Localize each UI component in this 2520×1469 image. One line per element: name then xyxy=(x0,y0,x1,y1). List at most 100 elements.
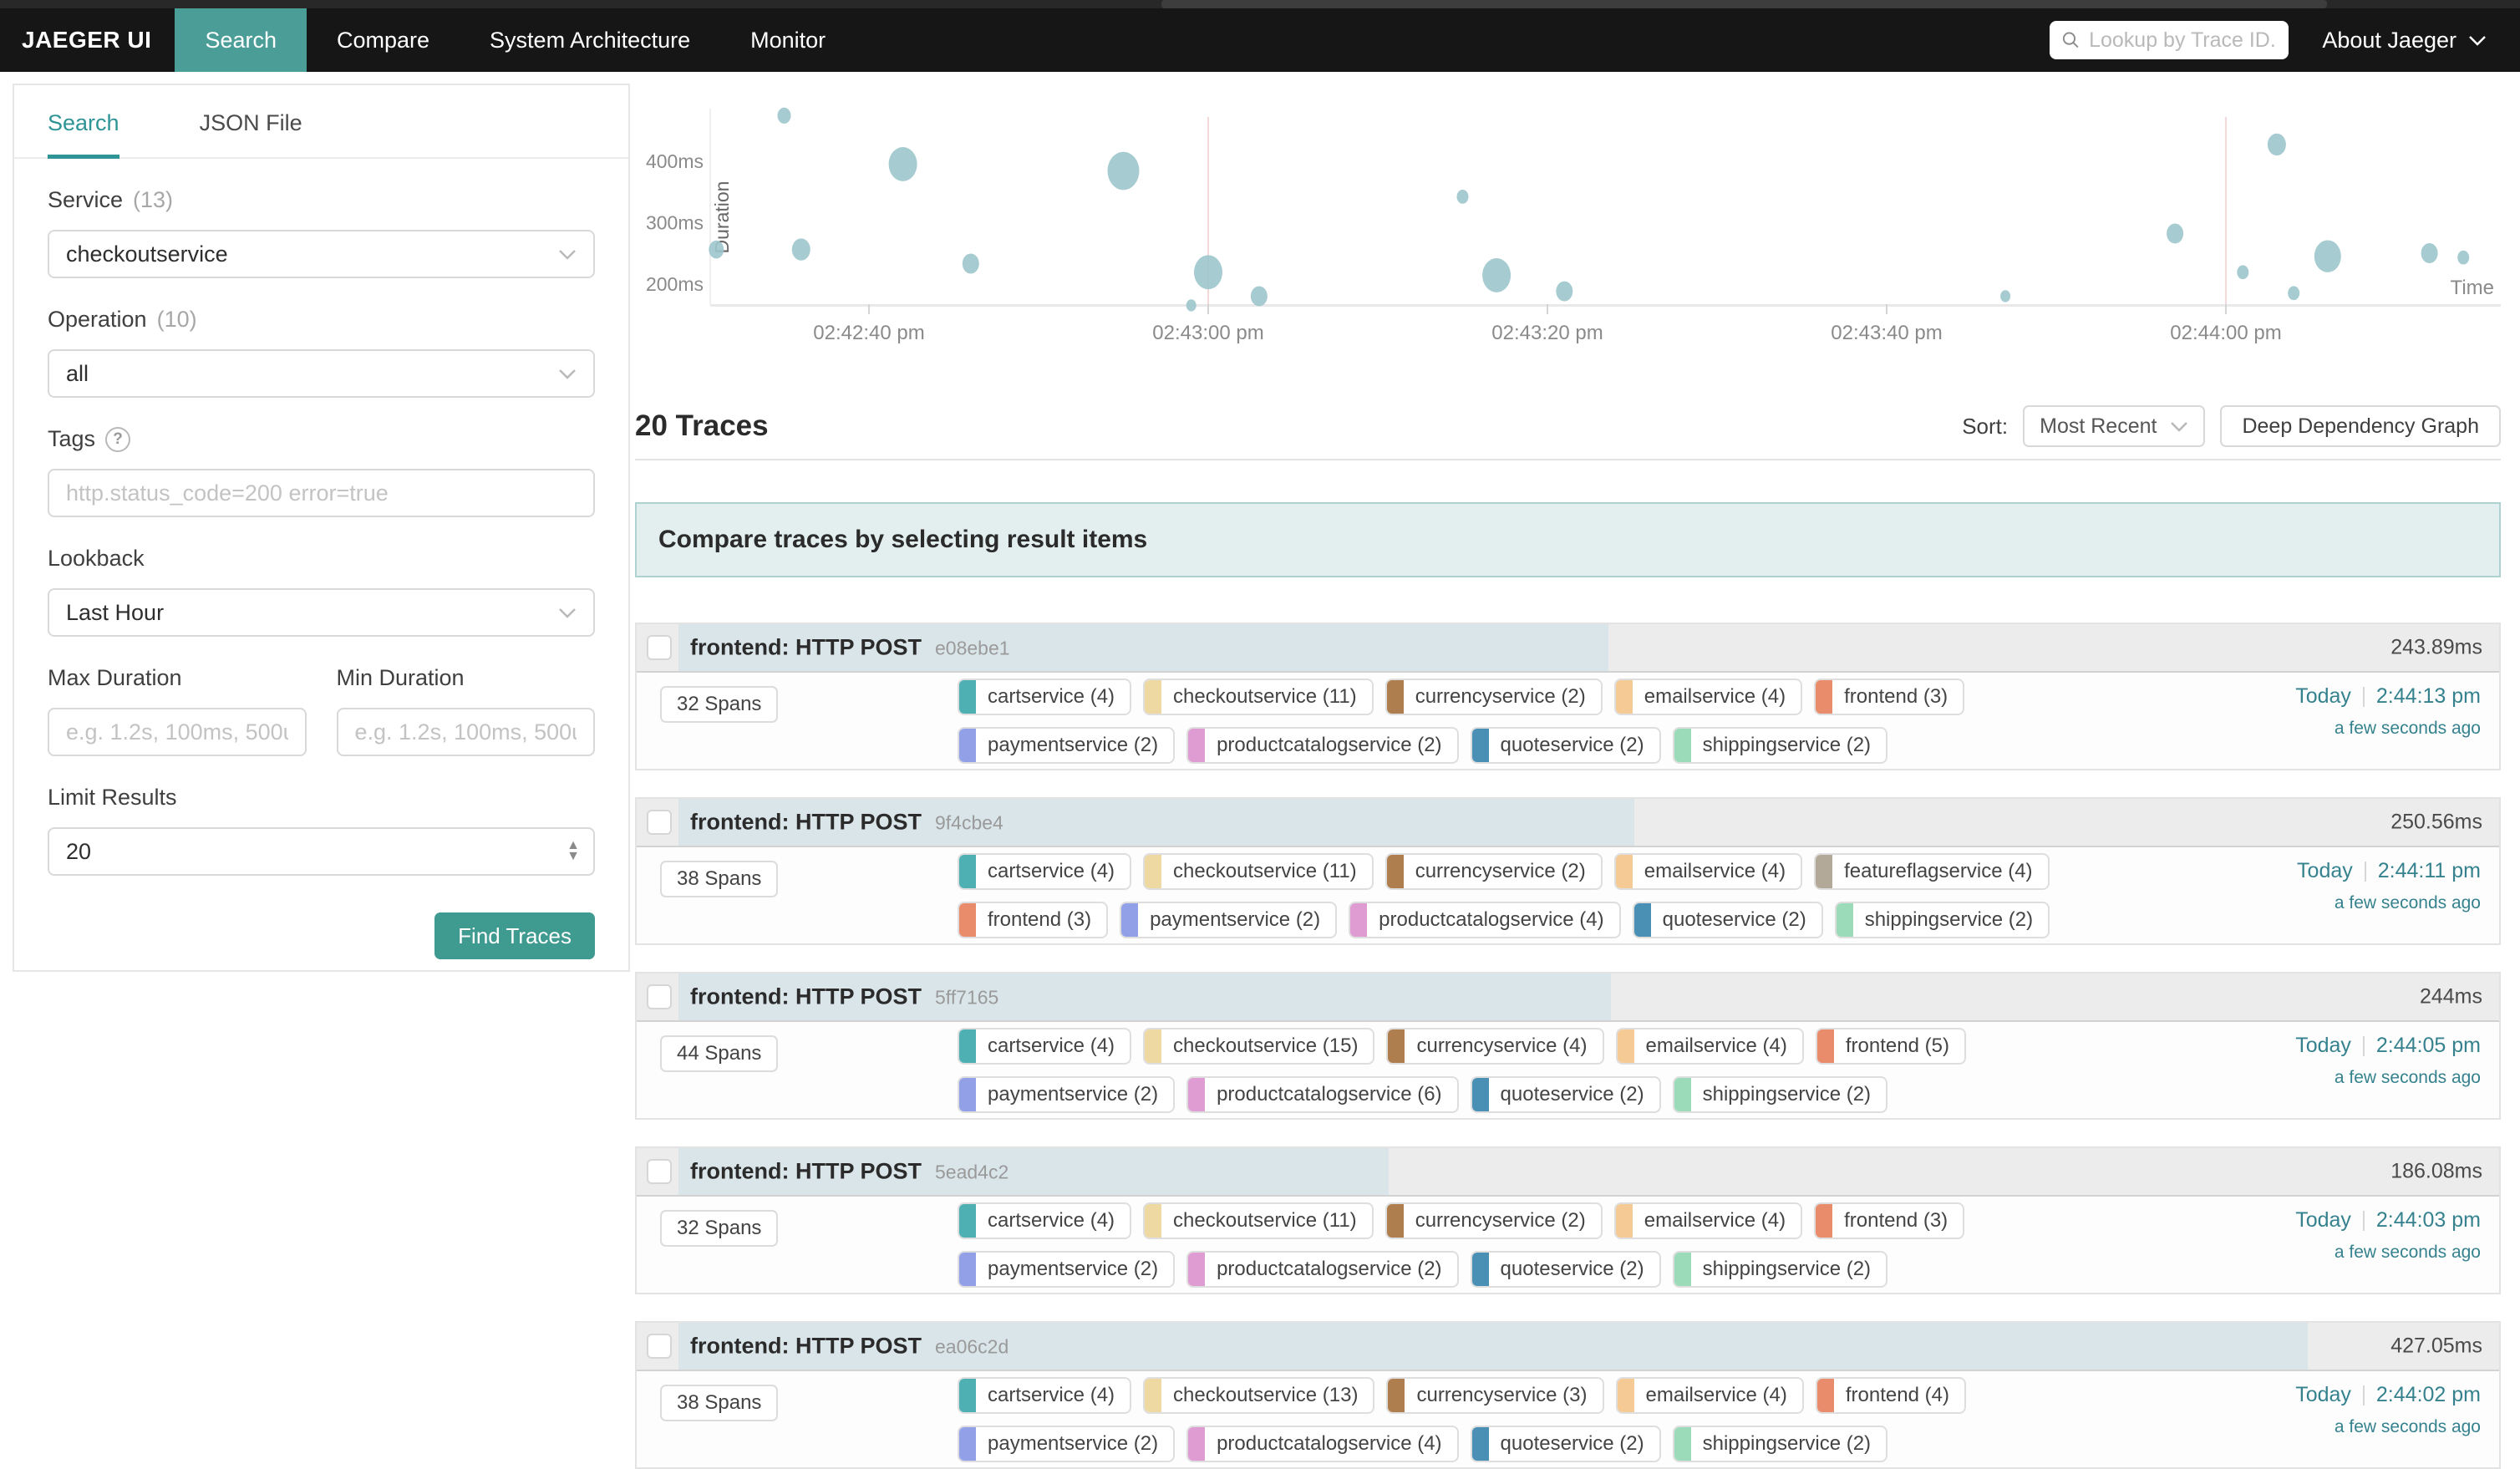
trace-title-group: frontend: HTTP POST 5ead4c2 xyxy=(690,1159,1009,1185)
service-tag-label: currencyservice (2) xyxy=(1415,1209,1586,1233)
service-tag-chip: shippingservice (2) xyxy=(1673,1076,1887,1113)
scatter-point[interactable] xyxy=(2237,265,2248,279)
nav-tab-compare[interactable]: Compare xyxy=(307,8,460,72)
trace-select-checkbox[interactable] xyxy=(647,635,672,660)
jaeger-logo[interactable]: JAEGER UI xyxy=(0,8,175,72)
service-label: Service(13) xyxy=(48,187,595,213)
trace-title: frontend: HTTP POST xyxy=(690,1159,922,1185)
tab-search[interactable]: Search xyxy=(48,110,119,159)
service-color-strip xyxy=(1388,1029,1405,1063)
trace-card-header[interactable]: frontend: HTTP POST 5ead4c2 186.08ms xyxy=(637,1148,2499,1197)
trace-card-body: 38 Spans cartservice (4)checkoutservice … xyxy=(637,847,2499,943)
service-tag-chip: paymentservice (2) xyxy=(1120,902,1337,938)
service-tag-chip: cartservice (4) xyxy=(958,679,1131,715)
lookback-select[interactable]: Last Hour xyxy=(48,588,595,637)
trace-card-header[interactable]: frontend: HTTP POST 5ff7165 244ms xyxy=(637,973,2499,1022)
service-color-strip xyxy=(959,903,976,937)
service-select[interactable]: checkoutservice xyxy=(48,230,595,278)
tab-json-file[interactable]: JSON File xyxy=(200,110,302,157)
trace-card-header[interactable]: frontend: HTTP POST ea06c2d 427.05ms xyxy=(637,1323,2499,1371)
scatter-point[interactable] xyxy=(2167,223,2183,243)
lookback-label: Lookback xyxy=(48,546,595,572)
nav-tab-search[interactable]: Search xyxy=(175,8,307,72)
service-tag-chip: checkoutservice (11) xyxy=(1143,853,1374,890)
scatter-point[interactable] xyxy=(1556,282,1572,302)
scatter-point[interactable] xyxy=(1194,255,1222,289)
scatter-point[interactable] xyxy=(1482,258,1511,292)
limit-results-input[interactable] xyxy=(66,839,566,865)
deep-dependency-graph-button[interactable]: Deep Dependency Graph xyxy=(2220,405,2501,447)
service-color-strip xyxy=(1816,680,1832,714)
scatter-point[interactable] xyxy=(2421,243,2438,263)
service-tag-label: checkoutservice (11) xyxy=(1173,1209,1357,1233)
trace-select-checkbox[interactable] xyxy=(647,1159,672,1184)
service-tag-label: cartservice (4) xyxy=(988,1384,1115,1407)
service-tag-chip: currencyservice (2) xyxy=(1385,853,1603,890)
scatter-point[interactable] xyxy=(1186,299,1196,311)
operation-select[interactable]: all xyxy=(48,349,595,398)
scatter-point[interactable] xyxy=(2457,251,2469,265)
trace-card-body: 32 Spans cartservice (4)checkoutservice … xyxy=(637,673,2499,769)
min-duration-input[interactable] xyxy=(355,719,577,745)
limit-results-label: Limit Results xyxy=(48,785,595,811)
service-tag-chip: cartservice (4) xyxy=(958,853,1131,890)
max-duration-input[interactable] xyxy=(66,719,288,745)
trace-date: Today xyxy=(2295,1034,2351,1058)
scatter-point[interactable] xyxy=(1108,152,1140,191)
trace-card[interactable]: frontend: HTTP POST ea06c2d 427.05ms 38 … xyxy=(635,1321,2501,1469)
sort-select[interactable]: Most Recent xyxy=(2023,405,2205,447)
service-tag-label: productcatalogservice (2) xyxy=(1217,734,1441,757)
trace-duration: 243.89ms xyxy=(2390,636,2482,660)
service-tag-label: currencyservice (2) xyxy=(1415,860,1586,883)
scatter-point[interactable] xyxy=(963,253,979,273)
min-duration-input-wrap xyxy=(337,708,596,756)
service-color-strip xyxy=(1121,903,1138,937)
service-tag-label: emailservice (4) xyxy=(1646,1034,1787,1058)
trace-card[interactable]: frontend: HTTP POST 9f4cbe4 250.56ms 38 … xyxy=(635,797,2501,945)
trace-select-checkbox[interactable] xyxy=(647,1334,672,1359)
scatter-point[interactable] xyxy=(2288,286,2299,300)
service-color-strip xyxy=(1816,1204,1832,1238)
tags-input-wrap xyxy=(48,469,595,517)
trace-id: e08ebe1 xyxy=(935,638,1010,660)
trace-card-header[interactable]: frontend: HTTP POST e08ebe1 243.89ms xyxy=(637,624,2499,673)
scatter-point[interactable] xyxy=(1251,286,1268,306)
y-tick-label: 200ms xyxy=(646,273,704,295)
scatter-point[interactable] xyxy=(2314,240,2341,272)
service-tag-chip: frontend (3) xyxy=(958,902,1108,938)
trace-card[interactable]: frontend: HTTP POST 5ead4c2 186.08ms 32 … xyxy=(635,1146,2501,1294)
help-icon[interactable]: ? xyxy=(105,427,130,452)
trace-card[interactable]: frontend: HTTP POST 5ff7165 244ms 44 Spa… xyxy=(635,972,2501,1120)
service-color-strip xyxy=(1674,1253,1691,1286)
service-tag-chip: frontend (3) xyxy=(1814,679,1964,715)
trace-card-body: 44 Spans cartservice (4)checkoutservice … xyxy=(637,1022,2499,1118)
trace-duration: 250.56ms xyxy=(2390,811,2482,835)
trace-card-body: 32 Spans cartservice (4)checkoutservice … xyxy=(637,1197,2499,1293)
trace-duration: 186.08ms xyxy=(2390,1160,2482,1184)
service-tag-label: emailservice (4) xyxy=(1644,1209,1786,1233)
service-tag-label: cartservice (4) xyxy=(988,1209,1115,1233)
scatter-point[interactable] xyxy=(2000,290,2010,302)
scatter-point[interactable] xyxy=(778,108,791,124)
trace-card[interactable]: frontend: HTTP POST e08ebe1 243.89ms 32 … xyxy=(635,623,2501,770)
service-tag-chip: emailservice (4) xyxy=(1614,679,1802,715)
trace-select-checkbox[interactable] xyxy=(647,984,672,1009)
trace-select-checkbox[interactable] xyxy=(647,810,672,835)
scatter-point[interactable] xyxy=(2268,134,2286,155)
service-color-strip xyxy=(1616,1204,1633,1238)
x-tick-label: 02:44:00 pm xyxy=(2170,322,2281,344)
service-tag-label: checkoutservice (13) xyxy=(1173,1384,1358,1407)
scatter-point[interactable] xyxy=(709,241,724,259)
scatter-point[interactable] xyxy=(889,147,917,181)
duration-fields: Max Duration Min Duration xyxy=(48,665,595,756)
scatter-point[interactable] xyxy=(792,238,810,260)
tags-input[interactable] xyxy=(66,480,577,506)
scatter-point[interactable] xyxy=(1457,190,1469,204)
operation-field: Operation(10) all xyxy=(48,307,595,398)
service-tag-label: checkoutservice (11) xyxy=(1173,685,1357,709)
service-tag-label: frontend (3) xyxy=(1844,685,1948,709)
number-stepper[interactable]: ▲▼ xyxy=(566,841,580,862)
trace-card-header[interactable]: frontend: HTTP POST 9f4cbe4 250.56ms xyxy=(637,799,2499,847)
service-tag-list: cartservice (4)checkoutservice (15)curre… xyxy=(958,1028,2127,1113)
find-traces-button[interactable]: Find Traces xyxy=(434,912,595,959)
